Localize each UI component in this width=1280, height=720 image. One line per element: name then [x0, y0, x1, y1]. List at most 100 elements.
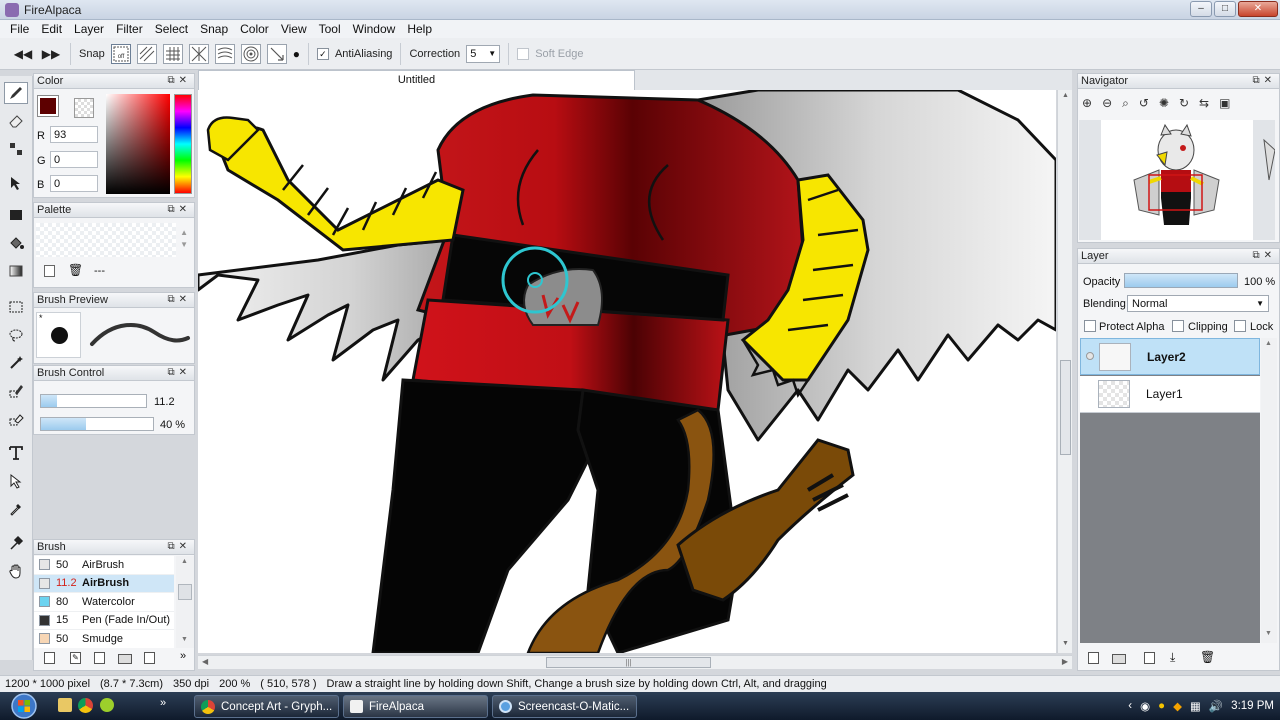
menu-select[interactable]: Select [149, 22, 194, 36]
canvas-vertical-scrollbar[interactable]: ▲ ▼ [1057, 90, 1072, 653]
dot-tool-icon[interactable] [4, 138, 28, 160]
tray-expand-icon[interactable]: ‹ [1128, 700, 1132, 712]
chrome-quicklaunch-icon[interactable] [78, 698, 93, 713]
operation-tool-icon[interactable] [4, 470, 28, 492]
snap-perspective-icon[interactable] [266, 43, 287, 64]
g-value-input[interactable]: 0 [50, 151, 98, 168]
text-tool-icon[interactable] [4, 442, 28, 464]
delete-layer-icon[interactable]: 🗑 [1200, 650, 1215, 664]
menu-file[interactable]: File [4, 22, 35, 36]
add-palette-icon[interactable] [44, 265, 55, 277]
taskbar-item-screencast[interactable]: Screencast-O-Matic... [492, 695, 637, 718]
fit-window-icon[interactable]: ▣ [1219, 96, 1230, 114]
menu-filter[interactable]: Filter [110, 22, 149, 36]
layer-opacity-slider[interactable] [1124, 273, 1238, 288]
eraser-tool-icon[interactable] [4, 110, 28, 132]
maximize-button[interactable]: □ [1214, 1, 1236, 17]
select-pen-icon[interactable] [4, 380, 28, 402]
bucket-tool-icon[interactable] [4, 232, 28, 254]
rotate-left-icon[interactable]: ◀◀ [12, 47, 34, 61]
tray-update-icon[interactable]: ◆ [1173, 699, 1182, 713]
panel-float-close-icon[interactable]: ⧉✕ [167, 74, 191, 88]
layer-list-scrollbar[interactable]: ▲ ▼ [1261, 338, 1277, 643]
menu-color[interactable]: Color [234, 22, 275, 36]
snap-grid-icon[interactable] [162, 43, 183, 64]
hand-tool-icon[interactable] [4, 560, 28, 582]
panel-float-close-icon[interactable]: ⧉✕ [167, 366, 191, 380]
panel-float-close-icon[interactable]: ⧉✕ [167, 203, 191, 217]
taskbar-item-firealpaca[interactable]: FireAlpaca [343, 695, 488, 718]
menu-edit[interactable]: Edit [35, 22, 68, 36]
duplicate-layer-icon[interactable] [1144, 652, 1155, 664]
layer-row[interactable]: Layer1 [1080, 376, 1260, 413]
scroll-down-icon[interactable]: ▼ [1265, 630, 1272, 637]
palette-swatch-area[interactable] [36, 223, 176, 257]
start-button[interactable] [4, 692, 44, 720]
select-tool-icon[interactable] [4, 296, 28, 318]
app-quicklaunch-icon[interactable] [100, 698, 114, 712]
b-value-input[interactable]: 0 [50, 175, 98, 192]
panel-float-close-icon[interactable]: ⧉✕ [1252, 249, 1276, 263]
taskbar-item-chrome[interactable]: Concept Art - Gryph... [194, 695, 339, 718]
horizontal-scroll-thumb[interactable]: ||| [546, 657, 711, 668]
move-tool-icon[interactable] [4, 172, 28, 194]
snap-curve-icon[interactable] [214, 43, 235, 64]
secondary-color-swatch[interactable] [74, 98, 94, 118]
snap-off-icon[interactable]: off [110, 43, 131, 64]
primary-color-swatch[interactable] [37, 95, 59, 117]
zoom-in-icon[interactable]: ⊕ [1082, 96, 1092, 114]
minimize-button[interactable]: – [1190, 1, 1212, 17]
clipping-checkbox[interactable] [1172, 320, 1184, 332]
brush-list-item[interactable]: 11.2 AirBrush [34, 574, 174, 593]
tray-record-icon[interactable]: ◉ [1140, 699, 1150, 713]
layer-row[interactable]: Layer2 [1080, 338, 1260, 375]
brush-list-scrollbar[interactable]: ▲ ▼ [176, 556, 194, 648]
delete-palette-icon[interactable]: 🗑 [68, 263, 83, 277]
brush-list-item[interactable]: 50 AirBrush [34, 556, 174, 575]
gradation-tool-icon[interactable] [4, 260, 28, 282]
tray-volume-icon[interactable]: 🔊 [1209, 699, 1223, 713]
scroll-up-icon[interactable]: ▲ [181, 558, 188, 565]
close-button[interactable]: ✕ [1238, 1, 1278, 17]
select-eraser-icon[interactable] [4, 408, 28, 430]
vertical-scroll-thumb[interactable] [1060, 360, 1071, 455]
blending-select[interactable]: Normal ▼ [1127, 295, 1269, 312]
explorer-quicklaunch-icon[interactable] [58, 698, 72, 712]
snap-cross-icon[interactable] [188, 43, 209, 64]
dropper-tool-icon[interactable] [4, 532, 28, 554]
menu-tool[interactable]: Tool [313, 22, 347, 36]
drawing-canvas[interactable] [198, 90, 1056, 653]
canvas-horizontal-scrollbar[interactable]: ◀ ||| ▶ [198, 655, 1072, 669]
zoom-out-icon[interactable]: ⊖ [1102, 96, 1112, 114]
add-brush-icon[interactable] [44, 652, 55, 664]
scroll-left-icon[interactable]: ◀ [202, 657, 208, 666]
copy-brush-icon[interactable] [94, 652, 105, 664]
menu-snap[interactable]: Snap [194, 22, 234, 36]
scroll-down-icon[interactable]: ▼ [1062, 640, 1069, 647]
actual-size-icon[interactable]: ⌕ [1122, 96, 1129, 114]
merge-down-icon[interactable]: ⤓ [1170, 650, 1175, 665]
menu-view[interactable]: View [275, 22, 313, 36]
palette-scroll-arrows-icon[interactable]: ▲ ▼ [180, 227, 188, 251]
scroll-down-icon[interactable]: ▼ [181, 636, 188, 643]
rotate-right-icon[interactable]: ▶▶ [40, 47, 62, 61]
saturation-value-square[interactable] [106, 94, 170, 194]
rotate-cw-icon[interactable]: ↻ [1179, 96, 1189, 114]
menu-help[interactable]: Help [401, 22, 438, 36]
brush-list-item[interactable]: 15 Pen (Fade In/Out) [34, 612, 174, 630]
panel-float-close-icon[interactable]: ⧉✕ [167, 540, 191, 554]
scroll-right-icon[interactable]: ▶ [1062, 657, 1068, 666]
panel-float-close-icon[interactable]: ⧉✕ [167, 293, 191, 307]
snap-setting-dot-icon[interactable]: ● [293, 47, 300, 61]
reset-rotation-icon[interactable]: ✺ [1159, 96, 1169, 114]
menu-layer[interactable]: Layer [68, 22, 110, 36]
canvas-tab[interactable]: Untitled [198, 70, 635, 90]
brush-list-item[interactable]: 50 Smudge [34, 630, 174, 648]
layer-visibility-icon[interactable] [1086, 352, 1094, 360]
brush-size-slider[interactable] [40, 394, 147, 408]
correction-select[interactable]: 5 ▼ [466, 44, 501, 63]
brush-list-item[interactable]: 80 Watercolor [34, 593, 174, 612]
antialiasing-checkbox[interactable]: ✓ [316, 47, 329, 60]
more-brushes-icon[interactable]: » [180, 650, 186, 662]
new-folder-icon[interactable] [1112, 654, 1126, 664]
